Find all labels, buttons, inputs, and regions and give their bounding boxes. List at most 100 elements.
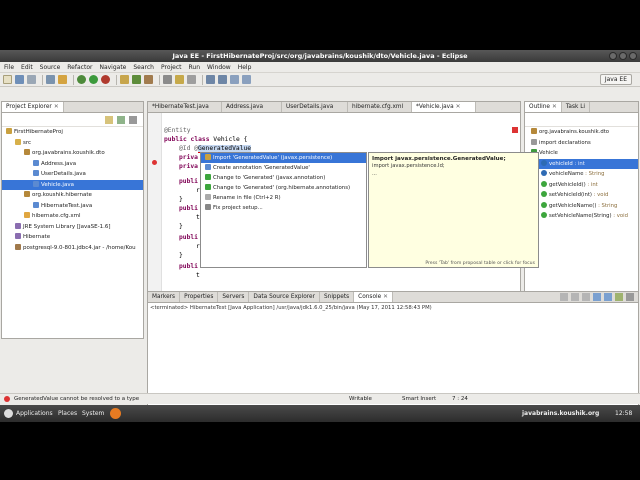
search-icon[interactable]: [163, 75, 172, 84]
outline-item[interactable]: setVehicleId(int) : void: [525, 190, 638, 201]
collapse-all-icon[interactable]: [105, 116, 113, 124]
menu-edit[interactable]: Edit: [21, 64, 33, 71]
gnome-foot-icon[interactable]: [4, 409, 13, 418]
error-overview-icon[interactable]: [512, 127, 518, 133]
quick-fix-item[interactable]: Rename in file (Ctrl+2 R): [201, 193, 366, 203]
java-file-icon: [33, 159, 39, 166]
menu-navigate[interactable]: Navigate: [99, 64, 126, 71]
new-class-icon[interactable]: [132, 75, 141, 84]
tab-hibernatetest[interactable]: *HibernateTest.java: [148, 102, 222, 112]
debug-icon[interactable]: [77, 75, 86, 84]
tree-item[interactable]: FirstHibernateProj: [2, 127, 143, 138]
close-icon[interactable]: ✕: [456, 104, 461, 110]
close-button[interactable]: [629, 52, 637, 60]
maximize-button[interactable]: [619, 52, 627, 60]
quick-fix-item[interactable]: Change to 'Generated' (javax.annotation): [201, 173, 366, 183]
view-menu-icon[interactable]: [129, 116, 137, 124]
clock[interactable]: 12:58: [615, 405, 632, 422]
firefox-icon[interactable]: [110, 408, 121, 419]
menu-search[interactable]: Search: [133, 64, 154, 71]
close-icon[interactable]: ✕: [54, 104, 59, 110]
annotation-fix-icon: [205, 164, 211, 170]
tab-userdetails[interactable]: UserDetails.java: [282, 102, 348, 112]
tree-item[interactable]: Address.java: [2, 159, 143, 170]
menu-places[interactable]: Places: [58, 405, 77, 422]
remove-launch-icon[interactable]: [571, 293, 579, 301]
menu-run[interactable]: Run: [189, 64, 201, 71]
outline-item[interactable]: org.javabrains.koushik.dto: [525, 127, 638, 138]
print-icon[interactable]: [27, 75, 36, 84]
tab-project-explorer[interactable]: Project Explorer ✕: [2, 102, 64, 112]
tree-item[interactable]: src: [2, 138, 143, 149]
minimize-button[interactable]: [609, 52, 617, 60]
tree-item[interactable]: hibernate.cfg.xml: [2, 211, 143, 222]
quick-fix-item[interactable]: Create annotation 'GeneratedValue': [201, 163, 366, 173]
tree-item[interactable]: org.javabrains.koushik.dto: [2, 148, 143, 159]
back-icon[interactable]: [230, 75, 239, 84]
new-icon[interactable]: [3, 75, 12, 84]
scroll-lock-icon[interactable]: [593, 293, 601, 301]
menu-project[interactable]: Project: [161, 64, 182, 71]
show-whitespace-icon[interactable]: [187, 75, 196, 84]
outline-item[interactable]: import declarations: [525, 138, 638, 149]
menu-applications[interactable]: Applications: [16, 405, 53, 422]
outline-item[interactable]: setVehicleName(String) : void: [525, 211, 638, 222]
tab-console[interactable]: Console ✕: [354, 292, 394, 302]
quick-fix-item[interactable]: Import 'GeneratedValue' (javax.persisten…: [201, 153, 366, 163]
error-icon: [4, 396, 10, 402]
web-icon[interactable]: [58, 75, 67, 84]
outline-item[interactable]: Vehicle: [525, 148, 638, 159]
menu-refactor[interactable]: Refactor: [67, 64, 92, 71]
outline-item[interactable]: vehicleName : String: [525, 169, 638, 180]
quick-fix-item[interactable]: Fix project setup...: [201, 203, 366, 213]
java-file-icon: [33, 180, 39, 187]
tree-item[interactable]: Vehicle.java: [2, 179, 143, 190]
menu-system[interactable]: System: [82, 405, 104, 422]
previous-annotation-icon[interactable]: [218, 75, 227, 84]
error-marker-icon[interactable]: [152, 160, 157, 165]
new-package-icon[interactable]: [120, 75, 129, 84]
display-console-icon[interactable]: [615, 293, 623, 301]
mark-occurrences-icon[interactable]: [175, 75, 184, 84]
tab-markers[interactable]: Markers: [148, 292, 181, 302]
tree-item[interactable]: HibernateTest.java: [2, 201, 143, 212]
tab-vehicle[interactable]: *Vehicle.java ✕: [412, 102, 476, 112]
menu-window[interactable]: Window: [207, 64, 231, 71]
close-icon[interactable]: ✕: [383, 294, 388, 300]
tree-item[interactable]: Hibernate: [2, 232, 143, 243]
menu-file[interactable]: File: [4, 64, 14, 71]
close-icon[interactable]: ✕: [552, 104, 557, 110]
tab-hibernate-cfg[interactable]: hibernate.cfg.xml: [348, 102, 412, 112]
tree-item[interactable]: UserDetails.java: [2, 169, 143, 180]
save-icon[interactable]: [15, 75, 24, 84]
perspective-java-ee[interactable]: Java EE: [599, 74, 632, 85]
terminate-icon[interactable]: [560, 293, 568, 301]
tree-item[interactable]: JRE System Library [JavaSE-1.6]: [2, 222, 143, 233]
tree-item[interactable]: postgresql-9.0-801.jdbc4.jar - /home/Kou: [2, 243, 143, 254]
quick-fix-item[interactable]: Change to 'Generated' (org.hibernate.ann…: [201, 183, 366, 193]
minimize-view-icon[interactable]: [626, 293, 634, 301]
outline-item[interactable]: getVehicleId() : int: [525, 180, 638, 191]
project-tree: FirstHibernateProj src org.javabrains.kous…: [2, 127, 143, 253]
tree-item[interactable]: org.koushik.hibernate: [2, 190, 143, 201]
clear-console-icon[interactable]: [582, 293, 590, 301]
tab-snippets[interactable]: Snippets: [320, 292, 355, 302]
tab-outline[interactable]: Outline ✕: [525, 102, 562, 112]
pin-console-icon[interactable]: [604, 293, 612, 301]
open-type-icon[interactable]: [144, 75, 153, 84]
tab-properties[interactable]: Properties: [180, 292, 219, 302]
server-icon[interactable]: [46, 75, 55, 84]
outline-item[interactable]: getVehicleName() : String: [525, 201, 638, 212]
tab-address[interactable]: Address.java: [222, 102, 282, 112]
tab-servers[interactable]: Servers: [218, 292, 250, 302]
menu-help[interactable]: Help: [238, 64, 252, 71]
forward-icon[interactable]: [242, 75, 251, 84]
external-tools-icon[interactable]: [101, 75, 110, 84]
tab-task-list[interactable]: Task Li: [562, 102, 591, 112]
run-icon[interactable]: [89, 75, 98, 84]
menu-source[interactable]: Source: [40, 64, 61, 71]
outline-item[interactable]: vehicleId : int: [525, 158, 638, 169]
link-editor-icon[interactable]: [117, 116, 125, 124]
tab-data-source-explorer[interactable]: Data Source Explorer: [249, 292, 320, 302]
next-annotation-icon[interactable]: [206, 75, 215, 84]
